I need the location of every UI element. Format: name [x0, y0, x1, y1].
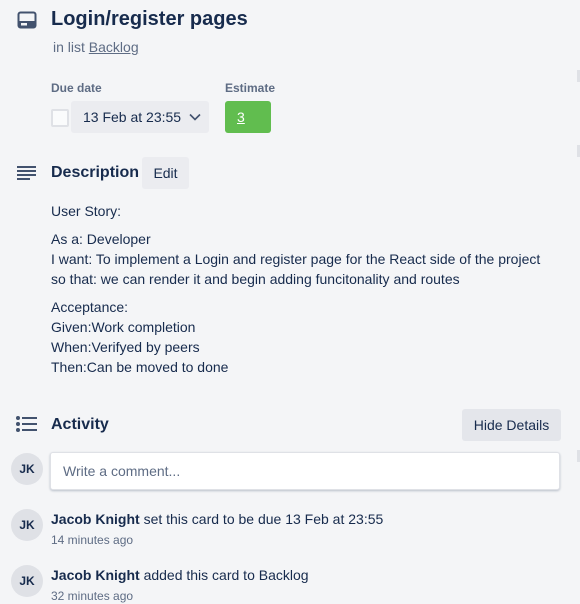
list-info: in list Backlog: [53, 39, 139, 55]
hide-details-button[interactable]: Hide Details: [462, 409, 561, 441]
estimate-button[interactable]: 3: [225, 101, 271, 133]
activity-heading: Activity: [51, 416, 109, 433]
list-link[interactable]: Backlog: [89, 39, 139, 55]
card-icon: [17, 11, 37, 29]
edit-description-button[interactable]: Edit: [142, 157, 189, 189]
description-line: Acceptance:: [51, 299, 129, 315]
activity-timestamp[interactable]: 14 minutes ago: [51, 533, 133, 547]
due-date-checkbox[interactable]: [51, 109, 69, 127]
description-line: User Story:: [51, 203, 122, 219]
description-line: so that: we can render it and begin addi…: [51, 271, 460, 287]
description-line: I want: To implement a Login and registe…: [51, 251, 541, 267]
activity-action: set this card to be due 13 Feb at 23:55: [143, 511, 384, 527]
chevron-down-icon: [189, 113, 201, 121]
due-date-label: Due date: [51, 81, 102, 95]
comment-input[interactable]: Write a comment...: [50, 452, 560, 490]
description-line: Then:Can be moved to done: [51, 359, 229, 375]
in-list-prefix: in list: [53, 39, 85, 55]
due-date-button[interactable]: 13 Feb at 23:55: [71, 101, 209, 133]
description-heading: Description: [51, 164, 140, 181]
activity-action: added this card to Backlog: [143, 567, 309, 583]
activity-timestamp[interactable]: 32 minutes ago: [51, 589, 133, 603]
description-line: Given:Work completion: [51, 319, 196, 335]
avatar[interactable]: JK: [11, 509, 43, 541]
description-icon: [17, 165, 37, 181]
activity-icon: [16, 416, 38, 432]
avatar[interactable]: JK: [11, 453, 43, 485]
due-date-value: 13 Feb at 23:55: [83, 109, 182, 125]
activity-user[interactable]: Jacob Knight: [51, 511, 140, 527]
activity-user[interactable]: Jacob Knight: [51, 567, 140, 583]
estimate-label: Estimate: [225, 81, 276, 95]
activity-item: Jacob Knight added this card to Backlog: [51, 567, 309, 583]
card-title[interactable]: Login/register pages: [51, 8, 248, 31]
avatar[interactable]: JK: [11, 565, 43, 597]
activity-item: Jacob Knight set this card to be due 13 …: [51, 511, 383, 527]
description-line: When:Verifyed by peers: [51, 339, 200, 355]
description-line: As a: Developer: [51, 231, 151, 247]
